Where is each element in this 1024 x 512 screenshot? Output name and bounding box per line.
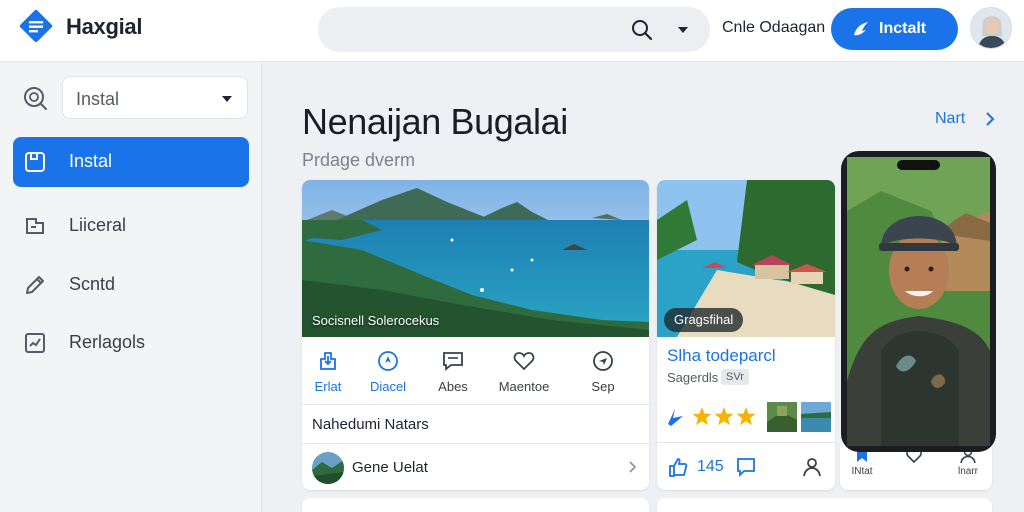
card-title[interactable]: Slha todeparcl [667,346,776,366]
person-icon[interactable] [801,456,823,478]
avatar-image [971,8,1011,48]
chevron-down-icon[interactable] [677,25,689,35]
sep-button[interactable]: Sep [571,349,635,399]
action-label: Maentoe [498,379,550,394]
star-icon [736,407,756,426]
thumbnail-image[interactable] [767,402,797,432]
folder-icon [26,218,44,234]
sidebar-item-label: Scntd [69,274,116,294]
share-icon [320,352,336,370]
comment-icon [443,352,463,371]
comment-icon[interactable] [735,456,757,478]
action-label: Erlat [314,379,342,394]
top-header: Haxgial Cnle Odaagan Inctalt [0,0,1024,62]
bolt-icon [668,409,683,426]
list-item-thumbnail [312,452,344,484]
chevron-down-icon [222,96,232,102]
install-button-label: Inctalt [879,20,927,37]
abes-button[interactable]: Abes [421,349,485,399]
list-item-label: Gene Uelat [352,459,428,476]
sidebar-item-rerlagols[interactable]: Rerlagols [13,318,249,368]
save-icon [25,152,45,172]
star-rating[interactable] [691,406,757,428]
rating-row [665,402,835,434]
sidebar-item-scntd[interactable]: Scntd [13,260,249,310]
chevron-right-icon [629,461,636,473]
user-name[interactable]: Cnle Odaagan [722,19,825,37]
like-count: 145 [697,458,724,475]
bolt-icon [854,22,868,36]
section-title: Nahedumi Natars [312,416,429,433]
next-card [657,498,992,512]
thumbs-up-icon[interactable] [667,456,689,478]
category-tag: Gragsfihal [664,308,744,332]
erlat-button[interactable]: Erlat [302,349,360,399]
send-icon [593,351,613,371]
action-label: Diacel [369,379,407,394]
next-card [302,498,649,512]
page-subtitle: Prdage dverm [302,150,416,170]
user-avatar[interactable] [970,7,1012,49]
sidebar-item-liiceral[interactable]: Liiceral [13,201,249,251]
list-item[interactable]: Gene Uelat [302,443,649,490]
sidebar: Instal Instal Liiceral Scntd Rerlagols [0,63,262,512]
diacel-button[interactable]: Diacel [356,349,420,399]
sidebar-item-label: Liiceral [69,215,127,235]
chart-icon [25,333,45,353]
app-logo-icon[interactable] [16,6,56,46]
install-button[interactable]: Inctalt [831,8,958,50]
card-subtitle: Sagerdls [667,370,719,385]
phone-photo [841,151,996,452]
action-label: Sep [591,379,615,394]
status-badge: SVr [721,369,749,385]
destination-card: Gragsfihal Slha todeparcl Sagerdls SVr 1… [657,180,835,490]
heart-icon [513,352,535,371]
star-icon [714,407,734,426]
action-label: lnarr [957,466,978,477]
app-name: Haxgial [66,14,143,39]
install-select[interactable]: Instal [62,76,248,119]
maentoe-button[interactable]: Maentoe [492,349,556,399]
page-title: Nenaijan Bugalai [302,101,568,142]
card-footer: 145 [657,442,835,490]
next-link[interactable]: Nart [935,110,965,128]
thumbnail-image[interactable] [801,402,831,432]
sidebar-item-label: Instal [69,151,113,171]
search-icon[interactable] [22,85,48,111]
destination-card: Socisnell Solerocekus Erlat Diacel Abes [302,180,649,490]
edit-icon [26,276,44,294]
compass-icon [378,351,398,371]
photo-caption: Socisnell Solerocekus [312,313,440,328]
action-label: INtat [851,466,873,477]
card-actions: Erlat Diacel Abes Maentoe Sep [302,337,649,405]
sidebar-item-instal[interactable]: Instal [13,137,249,187]
search-icon[interactable] [630,18,654,42]
chevron-right-icon[interactable] [984,111,996,127]
select-value: Instal [76,89,120,109]
action-label: Abes [438,379,468,394]
sidebar-item-label: Rerlagols [69,332,146,352]
star-icon [692,407,712,426]
